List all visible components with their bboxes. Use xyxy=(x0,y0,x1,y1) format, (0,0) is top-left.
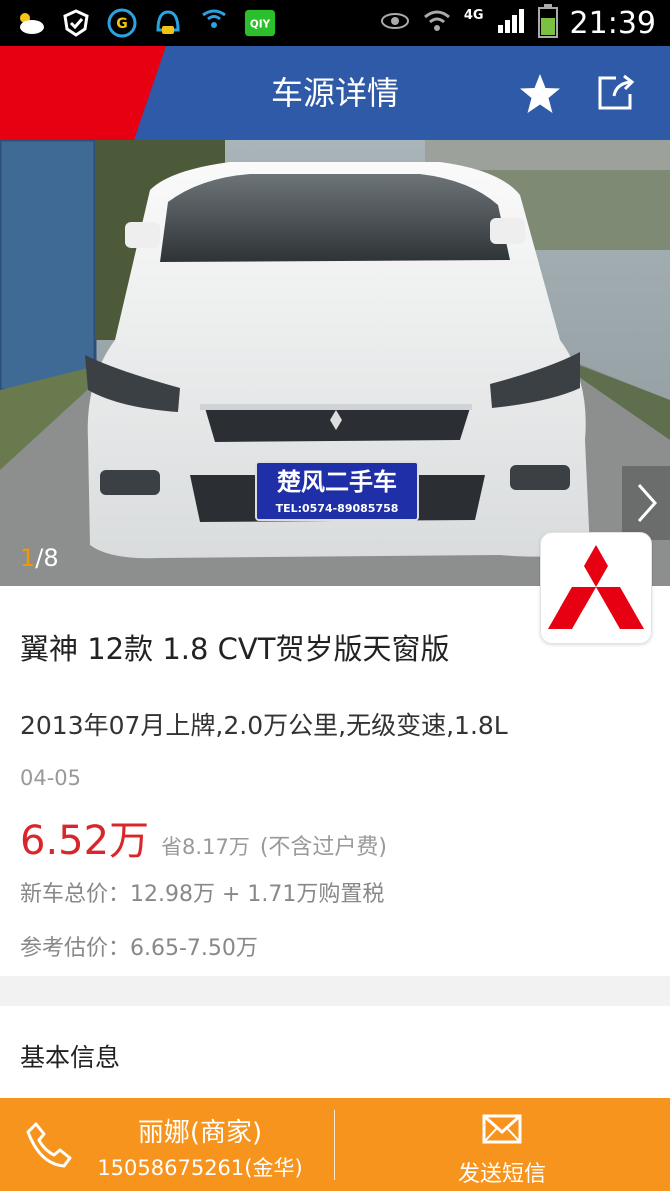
chevron-right-icon xyxy=(637,484,658,522)
title-bar: 车源详情 xyxy=(0,46,670,140)
wifi-broadcast-icon xyxy=(198,7,230,39)
dealer-phone: 15058675261(金华) xyxy=(97,1156,303,1180)
sms-label: 发送短信 xyxy=(457,1162,546,1187)
basic-info-section[interactable]: 基本信息 xyxy=(0,1006,670,1098)
plate-phone: TEL:0574-89085758 xyxy=(276,502,399,515)
svg-text:G: G xyxy=(116,16,128,32)
phone-icon xyxy=(26,1122,72,1168)
g-app-icon: G xyxy=(106,7,138,39)
car-photo: 楚风二手车 TEL:0574-89085758 xyxy=(0,140,670,586)
weather-icon xyxy=(14,7,46,39)
mail-icon xyxy=(482,1114,522,1144)
mitsubishi-logo-icon xyxy=(548,545,644,629)
listing-date: 04-05 xyxy=(20,766,82,790)
savings: 省8.17万 xyxy=(161,835,250,859)
network-type: 4G xyxy=(463,7,484,23)
system-status: 4G 21:39 xyxy=(380,0,656,46)
car-photo-gallery[interactable]: 楚风二手车 TEL:0574-89085758 xyxy=(0,140,670,586)
send-sms-button[interactable]: 发送短信 xyxy=(335,1098,670,1191)
car-title: 翼神 12款 1.8 CVT贺岁版天窗版 xyxy=(20,632,450,666)
share-icon xyxy=(598,74,635,110)
page-title: 车源详情 xyxy=(270,74,399,112)
status-bar: G QIY 4G 21:39 xyxy=(0,0,670,46)
star-icon xyxy=(520,74,560,113)
price-row: 6.52万 省8.17万 (不含过户费) xyxy=(20,808,387,866)
chat-app-icon xyxy=(152,7,184,39)
iqiyi-icon: QIY xyxy=(244,7,276,39)
notification-icons: G QIY xyxy=(14,6,276,40)
savings-note: (不含过户费) xyxy=(259,835,387,860)
share-button[interactable] xyxy=(594,72,636,114)
clock: 21:39 xyxy=(569,5,656,41)
wifi-icon xyxy=(422,7,452,39)
svg-text:QIY: QIY xyxy=(250,19,271,31)
security-icon xyxy=(60,7,92,39)
dealer-name: 丽娜(商家) xyxy=(137,1118,263,1148)
signal-icon xyxy=(496,7,526,39)
car-specs: 2013年07月上牌,2.0万公里,无级变速,1.8L xyxy=(20,711,508,740)
new-car-price: 新车总价：12.98万 + 1.71万购置税 xyxy=(20,882,385,907)
photo-counter: 1/8 xyxy=(20,544,59,572)
photo-counter-current: 1 xyxy=(20,544,36,572)
call-dealer-button[interactable]: 丽娜(商家) 15058675261(金华) xyxy=(0,1098,334,1191)
eye-icon xyxy=(380,11,410,35)
favorite-button[interactable] xyxy=(518,72,562,116)
estimate-price: 参考估价：6.65-7.50万 xyxy=(20,936,258,961)
section-title: 基本信息 xyxy=(20,1043,121,1072)
contact-bar: 丽娜(商家) 15058675261(金华) 发送短信 xyxy=(0,1098,670,1191)
plate-text: 楚风二手车 xyxy=(277,467,397,496)
price: 6.52万 xyxy=(20,818,150,864)
next-photo-button[interactable] xyxy=(622,466,670,540)
brand-logo xyxy=(540,532,652,644)
battery-icon xyxy=(537,4,558,42)
photo-counter-total: /8 xyxy=(35,544,59,572)
